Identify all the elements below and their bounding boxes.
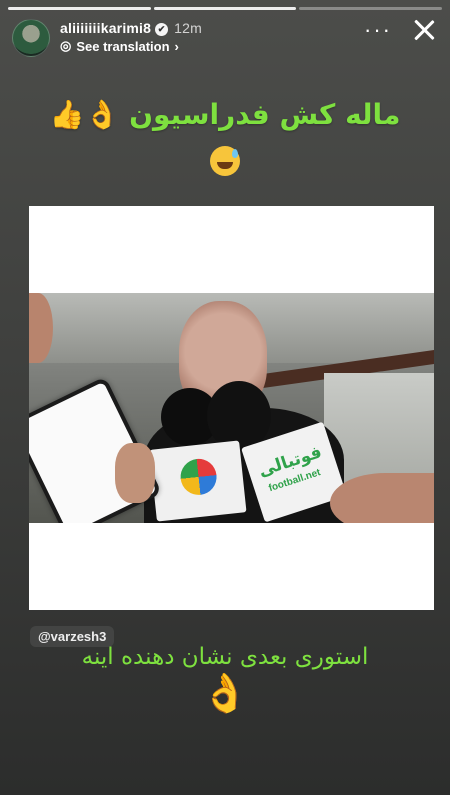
ok-hand-emoji: 👌 [201, 673, 249, 715]
story-progress-bar [8, 7, 443, 10]
headline-emoji: 👌👍 [49, 98, 120, 131]
close-icon[interactable] [410, 16, 438, 44]
verified-badge-icon: ✔ [155, 23, 169, 36]
progress-segment [8, 7, 151, 10]
progress-segment-active [153, 7, 297, 10]
progress-segment [299, 7, 443, 10]
username-row[interactable]: aliiiiiiikarimi8 ✔ 12m [60, 20, 202, 36]
network-logo-icon [178, 457, 219, 497]
story-headline: ماله کش فدراسیون 👌👍 [0, 98, 450, 131]
sweat-smile-emoji [0, 146, 450, 184]
mic-cube-logo [149, 440, 247, 522]
headline-text: ماله کش فدراسیون [129, 98, 401, 131]
sweat-smile-emoji-icon [210, 146, 240, 176]
more-icon[interactable]: ··· [364, 19, 392, 41]
see-translation-label: See translation [76, 38, 170, 54]
video-still[interactable]: فوتبالی football.net [29, 293, 434, 523]
globe-icon: ◎ [60, 38, 72, 53]
username[interactable]: aliiiiiiikarimi8 [60, 20, 151, 36]
story-caption: استوری بعدی نشان دهنده اینه [81, 644, 369, 670]
hand-bottom [115, 443, 155, 503]
timestamp: 12m [174, 20, 202, 36]
see-translation-button[interactable]: ◎ See translation › [60, 38, 179, 54]
chevron-right-icon: › [174, 38, 179, 54]
story-header: aliiiiiiikarimi8 ✔ 12m ◎ See translation ›… [12, 18, 438, 58]
avatar[interactable] [12, 19, 50, 57]
